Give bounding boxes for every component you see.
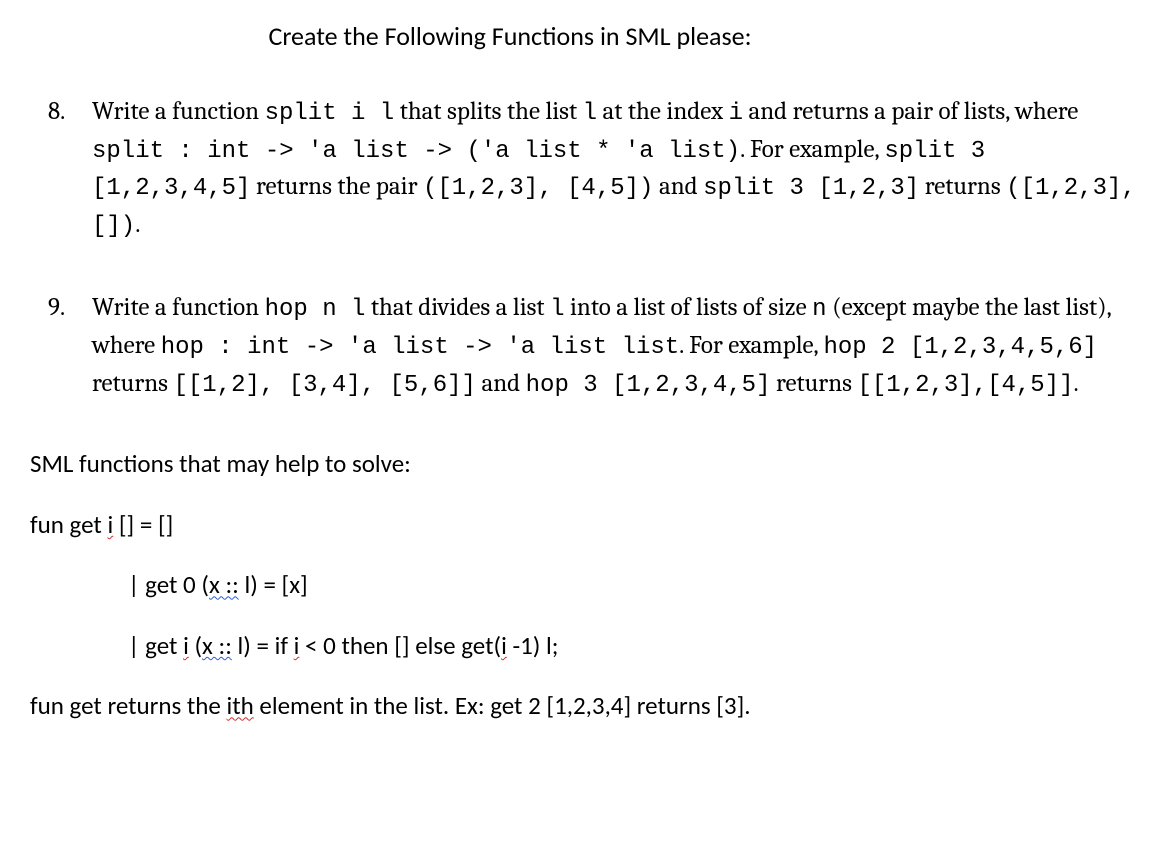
- code-span: hop : int -> 'a list -> 'a list list: [161, 334, 679, 361]
- text-span: .: [135, 210, 140, 239]
- text-span: returns the pair: [250, 172, 423, 201]
- code-span: hop n l: [265, 296, 366, 323]
- question-1: 8. Write a function split i l that splits…: [30, 94, 1137, 245]
- text-span: and: [476, 369, 526, 398]
- text: [] = []: [113, 509, 173, 540]
- code-line-2: | get 0 (x :: l) = [x]: [30, 569, 1137, 602]
- text-span: Write a function: [92, 97, 265, 126]
- text-span: returns: [92, 369, 173, 398]
- code-span: [[1,2], [3,4], [5,6]]: [173, 372, 475, 399]
- code-span: l: [583, 100, 597, 127]
- code-line-1: fun get i [] = []: [30, 509, 1137, 542]
- squiggle-x: x ::: [202, 630, 232, 661]
- question-number: 9.: [48, 290, 65, 326]
- code-span: i: [729, 100, 743, 127]
- text-span: returns: [770, 369, 857, 398]
- code-span: split i l: [265, 100, 395, 127]
- text: < 0 then [] else get(: [299, 630, 501, 661]
- text-span: into a list of lists of size: [564, 293, 812, 322]
- code-span: split : int -> 'a list -> ('a list * 'a …: [92, 138, 740, 165]
- code-span: hop 3 [1,2,3,4,5]: [526, 372, 771, 399]
- text-span: Write a function: [92, 293, 265, 322]
- text-span: that divides a list: [365, 293, 550, 322]
- text: l) = if: [232, 630, 294, 661]
- text-span: . For example,: [740, 135, 884, 164]
- text: fun get returns the: [30, 690, 227, 721]
- text: | get 0 (: [128, 569, 209, 600]
- code-span: hop 2 [1,2,3,4,5,6]: [823, 334, 1097, 361]
- question-2: 9. Write a function hop n l that divides …: [30, 290, 1137, 403]
- text: (: [189, 630, 202, 661]
- text-span: and: [653, 172, 703, 201]
- text-span: returns: [919, 172, 1006, 201]
- code-span: ([1,2,3], [4,5]): [423, 175, 653, 202]
- code-span: l: [550, 296, 564, 323]
- page-title: Create the Following Functions in SML pl…: [160, 20, 860, 54]
- closing-note: fun get returns the ith element in the l…: [30, 690, 1137, 723]
- code-span: [[1,2,3],[4,5]]: [857, 372, 1073, 399]
- text-span: at the index: [597, 97, 729, 126]
- code-line-3: | get i (x :: l) = if i < 0 then [] else…: [30, 630, 1137, 663]
- code-span: split 3 [1,2,3]: [703, 175, 919, 202]
- text-span: .: [1074, 369, 1079, 398]
- questions-list: 8. Write a function split i l that splits…: [30, 94, 1137, 404]
- text: l) = [x]: [239, 569, 308, 600]
- text-span: that splits the list: [394, 97, 582, 126]
- helper-heading: SML functions that may help to solve:: [30, 448, 1137, 481]
- text: element in the list. Ex: get 2 [1,2,3,4]…: [254, 690, 751, 721]
- text-span: and returns a pair of lists, where: [743, 97, 1078, 126]
- question-number: 8.: [48, 94, 65, 130]
- squiggle-ith: ith: [227, 690, 254, 721]
- text: -1) l;: [507, 630, 559, 661]
- code-span: n: [812, 296, 826, 323]
- squiggle-x: x ::: [209, 569, 239, 600]
- text: fun get: [30, 509, 107, 540]
- text: | get: [128, 630, 183, 661]
- text-span: . For example,: [679, 331, 823, 360]
